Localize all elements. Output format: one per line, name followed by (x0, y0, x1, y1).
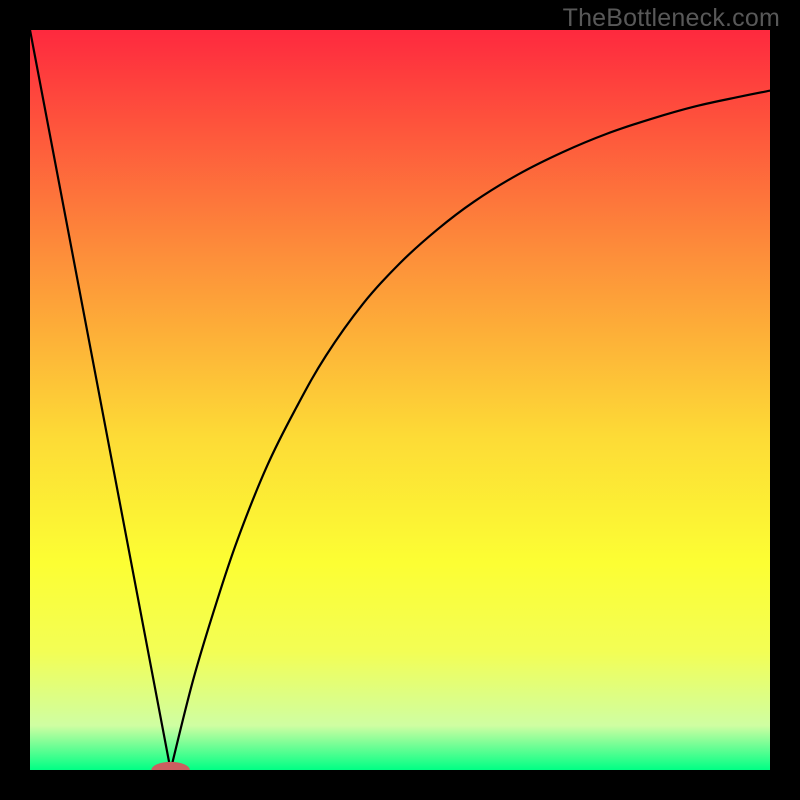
watermark-text: TheBottleneck.com (563, 4, 780, 33)
plot-area (30, 30, 770, 770)
chart-frame: TheBottleneck.com (0, 0, 800, 800)
chart-svg (30, 30, 770, 770)
gradient-background (30, 30, 770, 770)
